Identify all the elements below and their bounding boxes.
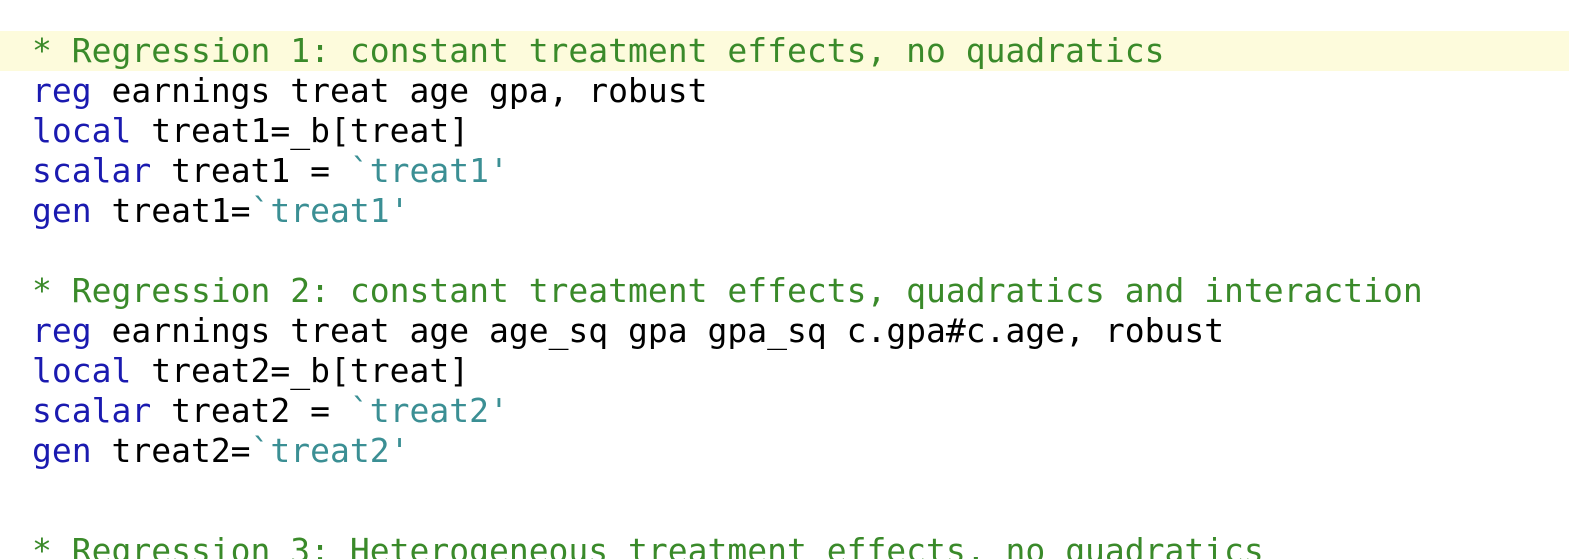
code-line-11[interactable]: gen treat2=`treat2': [0, 431, 1569, 471]
code-text: treat2=_b[treat]: [131, 351, 470, 390]
code-line-9[interactable]: local treat2=_b[treat]: [0, 351, 1569, 391]
keyword: reg: [32, 311, 92, 350]
keyword: local: [32, 111, 132, 150]
code-line-3[interactable]: local treat1=_b[treat]: [0, 111, 1569, 151]
macro-reference: `treat1': [349, 151, 509, 190]
keyword: scalar: [32, 151, 152, 190]
code-line-5[interactable]: gen treat1=`treat1': [0, 191, 1569, 231]
keyword: gen: [32, 191, 92, 230]
keyword: gen: [32, 431, 92, 470]
keyword: local: [32, 351, 132, 390]
code-line-10[interactable]: scalar treat2 = `treat2': [0, 391, 1569, 431]
code-text: treat2=: [91, 431, 251, 470]
keyword: scalar: [32, 391, 152, 430]
code-editor[interactable]: * Regression 1: constant treatment effec…: [0, 0, 1569, 559]
code-text: treat1=: [91, 191, 251, 230]
comment-text: * Regression 3: Heterogeneous treatment …: [32, 531, 1264, 559]
macro-reference: `treat2': [250, 431, 410, 470]
code-text: earnings treat age gpa, robust: [91, 71, 708, 110]
code-line-2[interactable]: reg earnings treat age gpa, robust: [0, 71, 1569, 111]
code-text: earnings treat age age_sq gpa gpa_sq c.g…: [91, 311, 1225, 350]
comment-text: * Regression 2: constant treatment effec…: [32, 271, 1423, 310]
macro-reference: `treat2': [349, 391, 509, 430]
code-line-4[interactable]: scalar treat1 = `treat1': [0, 151, 1569, 191]
code-line-1[interactable]: * Regression 1: constant treatment effec…: [0, 31, 1569, 71]
code-line-8[interactable]: reg earnings treat age age_sq gpa gpa_sq…: [0, 311, 1569, 351]
code-line-6[interactable]: [0, 231, 1569, 271]
code-line-7[interactable]: * Regression 2: constant treatment effec…: [0, 271, 1569, 311]
code-line-cutoff[interactable]: * Regression 3: Heterogeneous treatment …: [0, 531, 1264, 559]
code-text: treat2 =: [151, 391, 350, 430]
code-text: treat1 =: [151, 151, 350, 190]
macro-reference: `treat1': [250, 191, 410, 230]
code-text: treat1=_b[treat]: [131, 111, 470, 150]
comment-text: * Regression 1: constant treatment effec…: [32, 31, 1165, 70]
keyword: reg: [32, 71, 92, 110]
